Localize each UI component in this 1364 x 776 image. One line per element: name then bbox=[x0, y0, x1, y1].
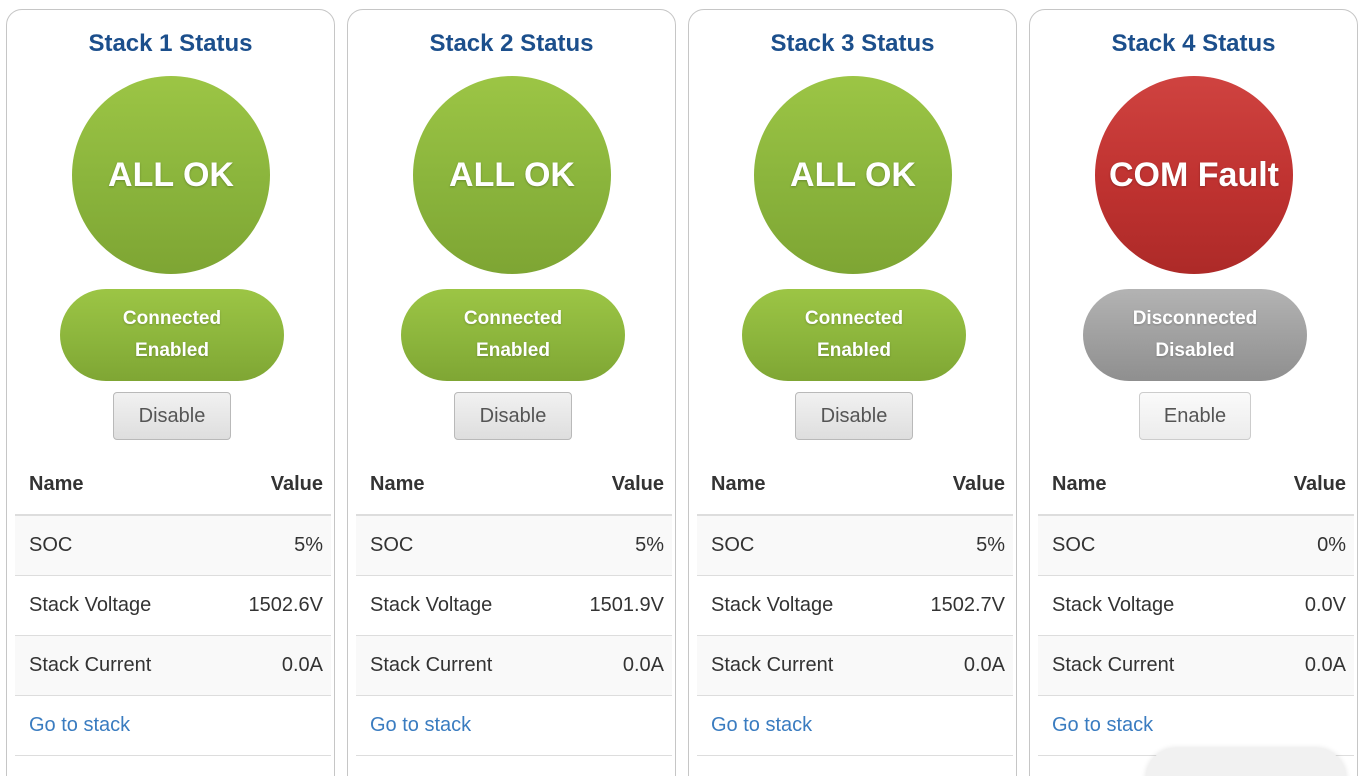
stack-1-panel: Stack 1 Status ALL OK Connected Enabled … bbox=[6, 9, 335, 776]
table-row: Stack Current 0.0A bbox=[1038, 635, 1354, 696]
stack-4-connection-badge: Disconnected Disabled bbox=[1083, 289, 1307, 381]
stack-2-disable-button[interactable]: Disable bbox=[454, 392, 572, 440]
row-value: 5% bbox=[546, 515, 672, 576]
stack-3-disable-button[interactable]: Disable bbox=[795, 392, 913, 440]
table-row: Go to stack bbox=[1038, 695, 1354, 756]
row-name: Stack Voltage bbox=[697, 575, 888, 636]
row-name: Stack Current bbox=[1038, 635, 1248, 696]
stack-4-connection-state: Disconnected bbox=[1132, 308, 1258, 329]
stack-4-status-indicator: COM Fault bbox=[1095, 76, 1293, 274]
row-name: SOC bbox=[697, 515, 888, 576]
stack-3-go-to-stack-link[interactable]: Go to stack bbox=[711, 714, 812, 736]
table-header-row: Name Value bbox=[697, 454, 1013, 516]
stack-1-go-to-stack-link[interactable]: Go to stack bbox=[29, 714, 130, 736]
table-row: Stack Voltage 0.0V bbox=[1038, 575, 1354, 636]
table-row: Stack Current 0.0A bbox=[356, 635, 672, 696]
stack-3-data-table: Name Value SOC 5% Stack Voltage 1502.7V … bbox=[697, 454, 1013, 756]
row-value: 0.0A bbox=[546, 635, 672, 696]
table-row: Stack Current 0.0A bbox=[15, 635, 331, 696]
stack-status-panels: Stack 1 Status ALL OK Connected Enabled … bbox=[0, 0, 1364, 776]
table-row: SOC 5% bbox=[15, 515, 331, 576]
row-name: SOC bbox=[356, 515, 547, 576]
stack-3-enabled-state: Enabled bbox=[817, 340, 891, 361]
stack-4-data-table: Name Value SOC 0% Stack Voltage 0.0V Sta… bbox=[1038, 454, 1354, 756]
table-row: Stack Voltage 1502.7V bbox=[697, 575, 1013, 636]
stack-2-status-indicator: ALL OK bbox=[413, 76, 611, 274]
row-name: Stack Voltage bbox=[356, 575, 547, 636]
stack-1-connection-badge: Connected Enabled bbox=[60, 289, 284, 381]
row-value: 0.0A bbox=[205, 635, 331, 696]
stack-3-connection-badge: Connected Enabled bbox=[742, 289, 966, 381]
row-name: Stack Current bbox=[697, 635, 888, 696]
name-column-header: Name bbox=[15, 454, 206, 516]
value-column-header: Value bbox=[1247, 454, 1354, 516]
row-name: Stack Current bbox=[356, 635, 547, 696]
row-value: 5% bbox=[205, 515, 331, 576]
name-column-header: Name bbox=[356, 454, 547, 516]
stack-3-panel: Stack 3 Status ALL OK Connected Enabled … bbox=[688, 9, 1017, 776]
stack-4-panel: Stack 4 Status COM Fault Disconnected Di… bbox=[1029, 9, 1358, 776]
table-row: SOC 0% bbox=[1038, 515, 1354, 576]
stack-1-status-indicator: ALL OK bbox=[72, 76, 270, 274]
row-value: 1501.9V bbox=[546, 575, 672, 636]
stack-3-connection-state: Connected bbox=[804, 308, 904, 329]
chat-widget-button[interactable] bbox=[1146, 748, 1346, 776]
table-row: Stack Voltage 1501.9V bbox=[356, 575, 672, 636]
stack-4-enabled-state: Disabled bbox=[1155, 340, 1235, 361]
table-row: Stack Current 0.0A bbox=[697, 635, 1013, 696]
table-row: SOC 5% bbox=[356, 515, 672, 576]
name-column-header: Name bbox=[1038, 454, 1248, 516]
row-value: 0% bbox=[1247, 515, 1354, 576]
name-column-header: Name bbox=[697, 454, 888, 516]
row-value: 0.0V bbox=[1247, 575, 1354, 636]
stack-2-connection-state: Connected bbox=[463, 308, 563, 329]
row-name: Stack Current bbox=[15, 635, 206, 696]
stack-2-connection-badge: Connected Enabled bbox=[401, 289, 625, 381]
row-name: Stack Voltage bbox=[15, 575, 206, 636]
row-value: 1502.6V bbox=[205, 575, 331, 636]
row-name: SOC bbox=[1038, 515, 1248, 576]
value-column-header: Value bbox=[205, 454, 331, 516]
stack-3-status-indicator: ALL OK bbox=[754, 76, 952, 274]
table-row: Stack Voltage 1502.6V bbox=[15, 575, 331, 636]
stack-1-data-table: Name Value SOC 5% Stack Voltage 1502.6V … bbox=[15, 454, 331, 756]
table-row: Go to stack bbox=[15, 695, 331, 756]
stack-2-title: Stack 2 Status bbox=[429, 30, 594, 57]
value-column-header: Value bbox=[887, 454, 1013, 516]
value-column-header: Value bbox=[546, 454, 672, 516]
row-name: SOC bbox=[15, 515, 206, 576]
stack-2-panel: Stack 2 Status ALL OK Connected Enabled … bbox=[347, 9, 676, 776]
stack-4-go-to-stack-link[interactable]: Go to stack bbox=[1052, 714, 1153, 736]
table-row: Go to stack bbox=[356, 695, 672, 756]
row-name: Stack Voltage bbox=[1038, 575, 1248, 636]
table-row: Go to stack bbox=[697, 695, 1013, 756]
stack-2-data-table: Name Value SOC 5% Stack Voltage 1501.9V … bbox=[356, 454, 672, 756]
row-value: 5% bbox=[887, 515, 1013, 576]
stack-1-enabled-state: Enabled bbox=[135, 340, 209, 361]
row-value: 0.0A bbox=[887, 635, 1013, 696]
stack-4-title: Stack 4 Status bbox=[1111, 30, 1276, 57]
stack-1-disable-button[interactable]: Disable bbox=[113, 392, 231, 440]
table-row: SOC 5% bbox=[697, 515, 1013, 576]
stack-2-enabled-state: Enabled bbox=[476, 340, 550, 361]
table-header-row: Name Value bbox=[356, 454, 672, 516]
stack-4-enable-button[interactable]: Enable bbox=[1139, 392, 1251, 440]
table-header-row: Name Value bbox=[15, 454, 331, 516]
row-value: 0.0A bbox=[1247, 635, 1354, 696]
stack-3-title: Stack 3 Status bbox=[770, 30, 935, 57]
stack-1-connection-state: Connected bbox=[122, 308, 222, 329]
stack-2-go-to-stack-link[interactable]: Go to stack bbox=[370, 714, 471, 736]
stack-1-title: Stack 1 Status bbox=[88, 30, 253, 57]
table-header-row: Name Value bbox=[1038, 454, 1354, 516]
row-value: 1502.7V bbox=[887, 575, 1013, 636]
